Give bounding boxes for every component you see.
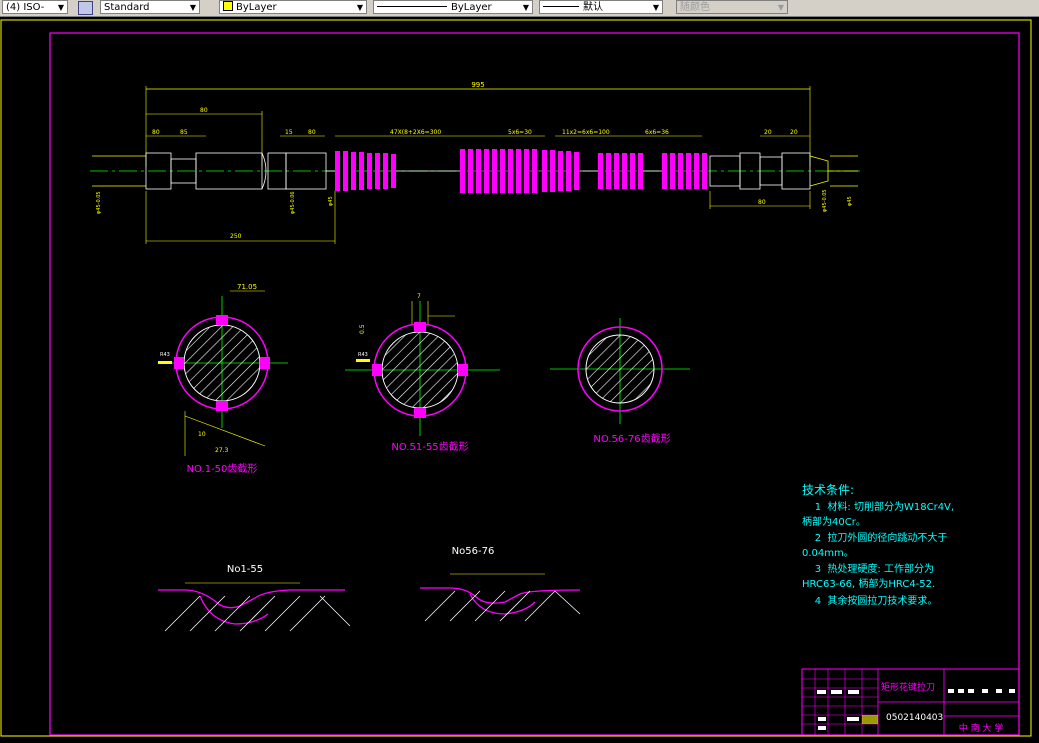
profile-1-label: No1-55 bbox=[227, 564, 263, 575]
lineweight-value: 默认 bbox=[583, 2, 603, 13]
notes-line: 1 材料: 切削部分为W18Cr4V, bbox=[802, 500, 954, 513]
dim-label: 85 bbox=[180, 129, 188, 136]
chevron-down-icon: ▼ bbox=[57, 3, 64, 12]
top-dimension-labels: 80 80 85 15 80 47X(8+2X6=300 5x6=30 11x2… bbox=[152, 107, 798, 136]
svg-text:φ45: φ45 bbox=[847, 196, 853, 206]
dim-label: 11x2=6x6=100 bbox=[562, 129, 610, 136]
textstyle-value: Standard bbox=[104, 2, 150, 13]
bottom-dimensions bbox=[145, 191, 811, 244]
dim-label: 47X(8+2X6=300 bbox=[390, 129, 441, 136]
svg-text:φ45-0.06: φ45-0.06 bbox=[290, 191, 296, 214]
profile-no56-76: No56-76 bbox=[420, 546, 581, 622]
layer-color-value: ByLayer bbox=[236, 2, 277, 13]
notes-line: 0.04mm。 bbox=[802, 548, 854, 559]
section-56-76: NO.56-76齿截形 bbox=[550, 318, 690, 445]
textstyle-select[interactable]: Standard ▼ bbox=[100, 0, 200, 14]
dim-label: 71.05 bbox=[237, 283, 257, 291]
diameter-labels: φ45-0.05 φ45-0.06 φ45 φ45-0.05 φ45 bbox=[96, 189, 853, 214]
lineweight-sample-icon bbox=[543, 6, 579, 7]
dim-label: R43 bbox=[358, 352, 368, 358]
section-51-55: 7 0.5 R43 NO.51-55齿截形 bbox=[345, 293, 500, 453]
linetype-value: ByLayer bbox=[451, 2, 492, 13]
dim-label: 7 bbox=[417, 293, 421, 300]
drawing-canvas[interactable]: 995 80 80 85 15 80 47X(8+2X6=300 5x6=30 … bbox=[0, 16, 1039, 739]
notes-title: 技术条件: bbox=[802, 483, 854, 497]
plotstyle-value: 随颜色 bbox=[680, 2, 710, 13]
title-block-name: 矩形花键拉刀 bbox=[881, 681, 935, 693]
notes-line: 柄部为40Cr。 bbox=[802, 515, 866, 528]
cad-drawing: 995 80 80 85 15 80 47X(8+2X6=300 5x6=30 … bbox=[0, 19, 1032, 737]
dim-label: 6x6=36 bbox=[645, 129, 669, 136]
outer-border bbox=[0, 19, 1032, 737]
properties-toolbar: (4) ISO- ▼ Standard ▼ ByLayer ▼ ByLayer … bbox=[0, 0, 1039, 17]
section-1-label: NO.1-50齿截形 bbox=[187, 462, 258, 475]
chevron-down-icon: ▼ bbox=[522, 3, 529, 12]
dim-label: 80 bbox=[200, 107, 208, 114]
chevron-down-icon: ▼ bbox=[356, 3, 363, 12]
dim-label: R43 bbox=[160, 352, 170, 358]
dim-label: 5x6=30 bbox=[508, 129, 532, 136]
section-2-label: NO.51-55齿截形 bbox=[391, 440, 468, 453]
svg-text:φ45: φ45 bbox=[328, 196, 334, 206]
layer-color-select[interactable]: ByLayer ▼ bbox=[219, 0, 367, 14]
notes-line: 2 拉刀外圆的径向跳动不大于 bbox=[802, 531, 947, 544]
teeth-group-2 bbox=[460, 149, 579, 193]
title-block-number: 0502140403 bbox=[886, 713, 943, 723]
dimstyle-select[interactable]: (4) ISO- ▼ bbox=[2, 0, 68, 14]
dim-label: 0.5 bbox=[359, 324, 366, 334]
profile-2-label: No56-76 bbox=[452, 546, 495, 557]
overall-length-label: 995 bbox=[471, 81, 484, 89]
section-3-label: NO.56-76齿截形 bbox=[593, 432, 670, 445]
title-block: 矩形花键拉刀 0502140403 中 南 大 学 bbox=[801, 668, 1020, 736]
dim-label: 250 bbox=[230, 233, 242, 240]
color-swatch-icon bbox=[223, 1, 233, 11]
dim-label: 20 bbox=[764, 129, 772, 136]
linetype-sample-icon bbox=[377, 6, 447, 7]
svg-text:φ45-0.05: φ45-0.05 bbox=[822, 189, 828, 212]
notes-line: 4 其余按圆拉刀技术要求。 bbox=[802, 594, 937, 607]
dim-label: 10 bbox=[198, 431, 206, 438]
section-1-50: 71.05 27.3 10 R43 NO.1-50齿截形 bbox=[158, 283, 288, 475]
dim-label: 27.3 bbox=[215, 447, 229, 454]
technical-notes: 技术条件: 1 材料: 切削部分为W18Cr4V, 柄部为40Cr。 2 拉刀外… bbox=[802, 483, 954, 607]
svg-text:φ45-0.05: φ45-0.05 bbox=[96, 191, 102, 214]
dim-label: 80 bbox=[152, 129, 160, 136]
chevron-down-icon: ▼ bbox=[777, 3, 784, 12]
dim-label: 20 bbox=[790, 129, 798, 136]
dim-label: 80 bbox=[758, 199, 766, 206]
chevron-down-icon: ▼ bbox=[652, 3, 659, 12]
linetype-select[interactable]: ByLayer ▼ bbox=[373, 0, 533, 14]
chevron-down-icon: ▼ bbox=[189, 3, 196, 12]
title-block-school: 中 南 大 学 bbox=[959, 722, 1004, 734]
dim-label: 15 bbox=[285, 129, 293, 136]
plotstyle-select: 随颜色 ▼ bbox=[676, 0, 788, 14]
lineweight-select[interactable]: 默认 ▼ bbox=[539, 0, 663, 14]
textstyle-icon[interactable] bbox=[78, 1, 93, 15]
profile-no1-55: No1-55 bbox=[158, 564, 351, 632]
notes-line: HRC63-66, 柄部为HRC4-52. bbox=[802, 577, 935, 590]
dim-label: 80 bbox=[308, 129, 316, 136]
notes-line: 3 热处理硬度: 工作部分为 bbox=[802, 562, 934, 575]
dimstyle-value: (4) ISO- bbox=[6, 2, 45, 13]
